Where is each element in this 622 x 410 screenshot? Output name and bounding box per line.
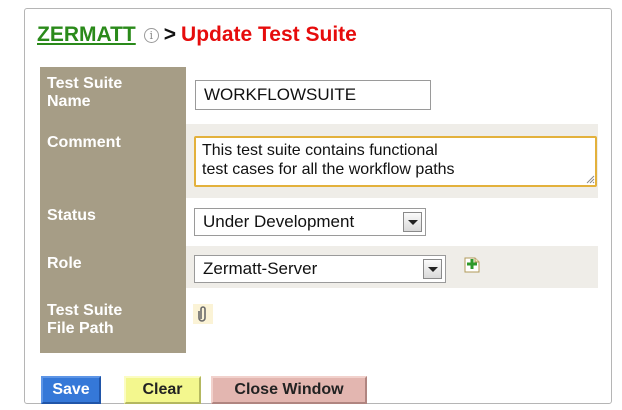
comment-label: Comment <box>47 134 121 151</box>
close-window-button[interactable]: Close Window <box>211 376 367 404</box>
file-path-label-line1: Test Suite <box>47 302 123 319</box>
name-label: Test Suite Name <box>47 75 122 111</box>
info-icon[interactable]: i <box>143 27 159 43</box>
page-title: Update Test Suite <box>181 23 357 46</box>
chevron-down-icon[interactable] <box>403 212 422 232</box>
app-name-link[interactable]: ZERMATT <box>37 23 136 47</box>
name-label-line1: Test Suite <box>47 75 123 92</box>
page-header: ZERMATT i > Update Test Suite <box>37 20 357 50</box>
comment-textarea[interactable]: This test suite contains functional test… <box>194 136 597 187</box>
role-label: Role <box>47 255 82 272</box>
paperclip-icon[interactable] <box>193 304 213 324</box>
test-suite-name-input[interactable] <box>195 80 431 110</box>
chevron-down-icon[interactable] <box>423 259 442 279</box>
file-path-label: Test Suite File Path <box>47 302 122 338</box>
breadcrumb-separator: > <box>163 23 177 46</box>
clear-button[interactable]: Clear <box>124 376 201 404</box>
file-path-label-line2: File Path <box>47 320 114 337</box>
role-select[interactable]: Zermatt-Server <box>194 255 446 283</box>
status-selected-value: Under Development <box>203 212 355 231</box>
resize-grip-icon[interactable] <box>585 174 595 184</box>
add-role-icon[interactable] <box>463 256 481 274</box>
role-selected-value: Zermatt-Server <box>203 259 318 278</box>
save-button[interactable]: Save <box>41 376 101 404</box>
name-label-line2: Name <box>47 93 91 110</box>
status-select[interactable]: Under Development <box>194 208 426 236</box>
status-label: Status <box>47 207 96 224</box>
